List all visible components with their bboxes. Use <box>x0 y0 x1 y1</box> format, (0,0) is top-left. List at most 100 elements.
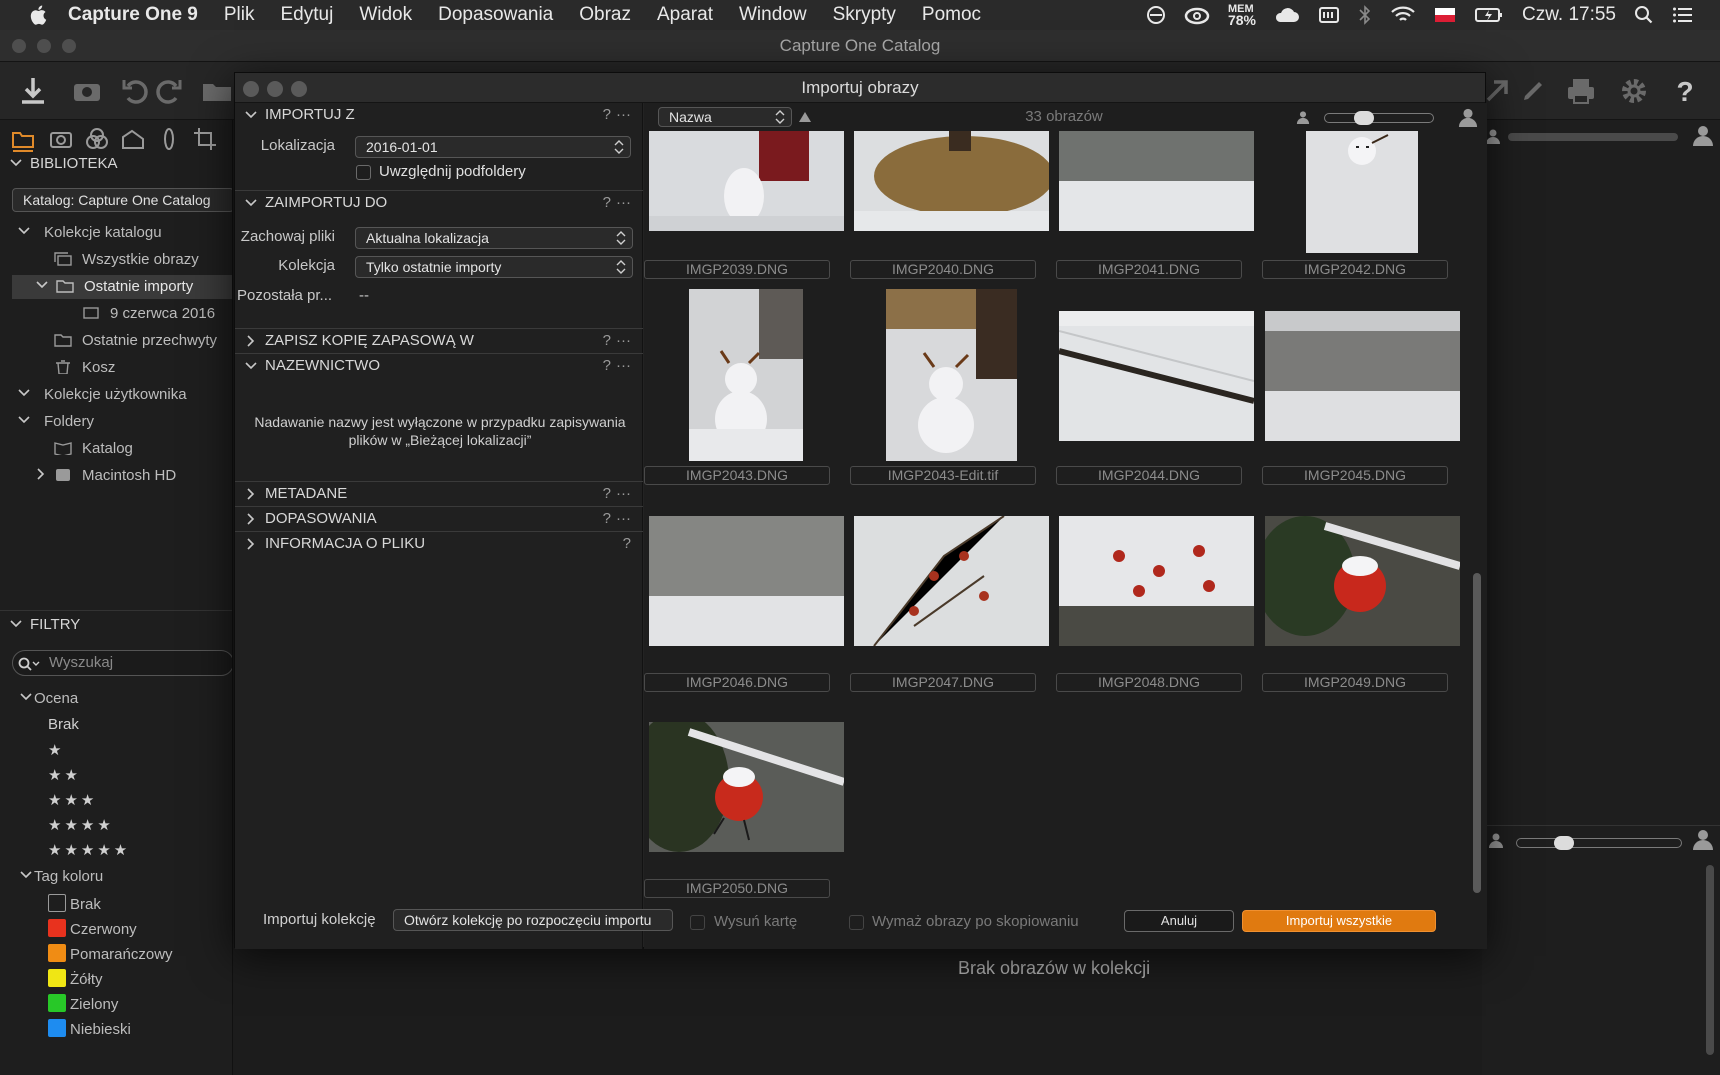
menu-widok[interactable]: Widok <box>359 4 412 26</box>
exposure-tab-icon[interactable] <box>120 126 146 152</box>
bluetooth-icon[interactable] <box>1358 4 1372 26</box>
rating-2-stars[interactable]: ★★ <box>48 766 81 784</box>
rating-4-stars[interactable]: ★★★★ <box>48 816 114 834</box>
library-section-header[interactable]: BIBLIOTEKA <box>0 150 232 178</box>
catalog-select[interactable]: Katalog: Capture One Catalog <box>12 188 234 212</box>
thumbnail-image[interactable] <box>1059 311 1254 441</box>
erase-after-copy-checkbox[interactable] <box>849 915 864 930</box>
viewer-size-slider[interactable] <box>1516 838 1682 848</box>
clock[interactable]: Czw. 17:55 <box>1522 4 1616 26</box>
help-icon[interactable]: ? <box>603 191 611 215</box>
print-icon[interactable] <box>1564 74 1598 108</box>
tree-item-recent-captures[interactable]: Ostatnie przechwyty <box>54 332 217 349</box>
lens-tab-icon[interactable] <box>156 126 182 152</box>
thumbnail-image[interactable] <box>1306 131 1418 253</box>
battery-icon[interactable] <box>1474 5 1504 25</box>
more-options-icon[interactable]: ··· <box>616 507 631 531</box>
thumbnail-image[interactable] <box>649 722 844 852</box>
rating-5-stars[interactable]: ★★★★★ <box>48 841 130 859</box>
more-options-icon[interactable]: ··· <box>616 103 631 127</box>
tree-item-catalog[interactable]: Katalog <box>54 440 133 457</box>
thumbnail-image[interactable] <box>649 131 844 231</box>
memory-card-icon[interactable] <box>1318 5 1340 25</box>
redo-icon[interactable] <box>152 74 186 108</box>
thumbnail-image[interactable] <box>886 289 1017 461</box>
notification-center-icon[interactable] <box>1672 5 1694 25</box>
thumbnail-image[interactable] <box>854 516 1049 646</box>
capture-tab-camera-icon[interactable] <box>48 126 74 152</box>
viewer-size-slider-knob[interactable] <box>1554 836 1574 850</box>
wifi-icon[interactable] <box>1390 5 1416 25</box>
rating-1-star[interactable]: ★ <box>48 741 64 759</box>
library-tab-folder-icon[interactable] <box>10 126 36 152</box>
menu-aparat[interactable]: Aparat <box>657 4 713 26</box>
creative-cloud-icon[interactable] <box>1184 5 1210 25</box>
thumbnail-image[interactable] <box>649 516 844 646</box>
cancel-button[interactable]: Anuluj <box>1124 910 1234 932</box>
tree-item-user-collections[interactable]: Kolekcje użytkownika <box>18 386 187 403</box>
backup-section-header[interactable]: ZAPISZ KOPIĘ ZAPASOWĄ W ? ··· <box>235 328 643 352</box>
color-tag-filter-header[interactable]: Tag koloru <box>20 868 103 885</box>
naming-section-header[interactable]: NAZEWNICTWO ? ··· <box>235 353 643 377</box>
memory-indicator[interactable]: MEM 78% <box>1228 4 1256 28</box>
sort-direction-icon[interactable] <box>798 111 812 123</box>
more-options-icon[interactable]: ··· <box>616 191 631 215</box>
metadata-section-header[interactable]: METADANE ? ··· <box>235 481 643 505</box>
thumbnail-image[interactable] <box>1265 516 1460 646</box>
cloud-upload-icon[interactable] <box>1274 5 1300 25</box>
adjustments-section-header[interactable]: DOPASOWANIA ? ··· <box>235 506 643 530</box>
rating-none[interactable]: Brak <box>48 716 79 733</box>
app-menu[interactable]: Capture One 9 <box>68 4 198 26</box>
color-tag-orange[interactable]: Pomarańczowy <box>48 944 173 963</box>
color-tab-circles-icon[interactable] <box>84 126 110 152</box>
more-options-icon[interactable]: ··· <box>616 482 631 506</box>
menu-window[interactable]: Window <box>739 4 807 26</box>
filters-section-header[interactable]: FILTRY <box>0 610 232 638</box>
help-icon[interactable]: ? <box>623 532 631 556</box>
import-icon[interactable] <box>16 74 50 108</box>
collection-select[interactable]: Tylko ostatnie importy <box>355 256 633 278</box>
spotlight-search-icon[interactable] <box>1634 5 1654 25</box>
folder-icon[interactable] <box>200 74 234 108</box>
color-tag-green[interactable]: Zielony <box>48 994 118 1013</box>
help-icon[interactable]: ? <box>603 507 611 531</box>
import-collection-select[interactable]: Otwórz kolekcję po rozpoczęciu importu <box>393 909 673 931</box>
thumbnail-image[interactable] <box>1059 516 1254 646</box>
help-icon[interactable]: ? <box>603 103 611 127</box>
settings-gear-icon[interactable] <box>1617 74 1651 108</box>
help-icon[interactable]: ? <box>603 482 611 506</box>
tree-item-june-9-2016[interactable]: 9 czerwca 2016 <box>82 305 215 322</box>
rating-filter-header[interactable]: Ocena <box>20 690 78 707</box>
rating-3-stars[interactable]: ★★★ <box>48 791 97 809</box>
help-icon[interactable]: ? <box>603 354 611 378</box>
menu-plik[interactable]: Plik <box>224 4 255 26</box>
help-icon[interactable]: ? <box>1668 74 1702 108</box>
import-from-section-header[interactable]: IMPORTUJ Z ? ··· <box>235 103 643 127</box>
tree-item-all-images[interactable]: Wszystkie obrazy <box>54 251 199 268</box>
more-options-icon[interactable]: ··· <box>616 354 631 378</box>
filter-search-input[interactable]: Wyszukaj <box>12 650 234 676</box>
apple-icon[interactable] <box>28 4 50 26</box>
thumbnail-image[interactable] <box>854 131 1049 231</box>
import-to-section-header[interactable]: ZAIMPORTUJ DO ? ··· <box>235 190 643 214</box>
thumbnail-image[interactable] <box>1265 311 1460 441</box>
store-files-select[interactable]: Aktualna lokalizacja <box>355 227 633 249</box>
menu-obraz[interactable]: Obraz <box>579 4 631 26</box>
color-tag-blue[interactable]: Niebieski <box>48 1019 131 1038</box>
color-tag-yellow[interactable]: Żółty <box>48 969 103 988</box>
file-info-section-header[interactable]: INFORMACJA O PLIKU ? <box>235 531 643 555</box>
tree-item-recent-imports[interactable]: Ostatnie importy <box>36 278 193 295</box>
tree-item-macintosh-hd[interactable]: Macintosh HD <box>36 467 176 484</box>
import-all-button[interactable]: Importuj wszystkie <box>1242 910 1436 932</box>
thumbnail-size-slider[interactable] <box>1508 133 1678 141</box>
location-select[interactable]: 2016-01-01 <box>355 136 631 158</box>
thumbnail-image[interactable] <box>1059 131 1254 231</box>
undo-icon[interactable] <box>118 74 152 108</box>
tree-item-trash[interactable]: Kosz <box>54 359 115 376</box>
sync-icon[interactable] <box>1146 5 1166 25</box>
crop-tab-icon[interactable] <box>192 126 218 152</box>
thumbnail-image[interactable] <box>689 289 803 461</box>
tree-item-folders[interactable]: Foldery <box>18 413 94 430</box>
include-subfolders-checkbox[interactable] <box>356 165 371 180</box>
grid-size-slider[interactable] <box>1324 113 1434 123</box>
